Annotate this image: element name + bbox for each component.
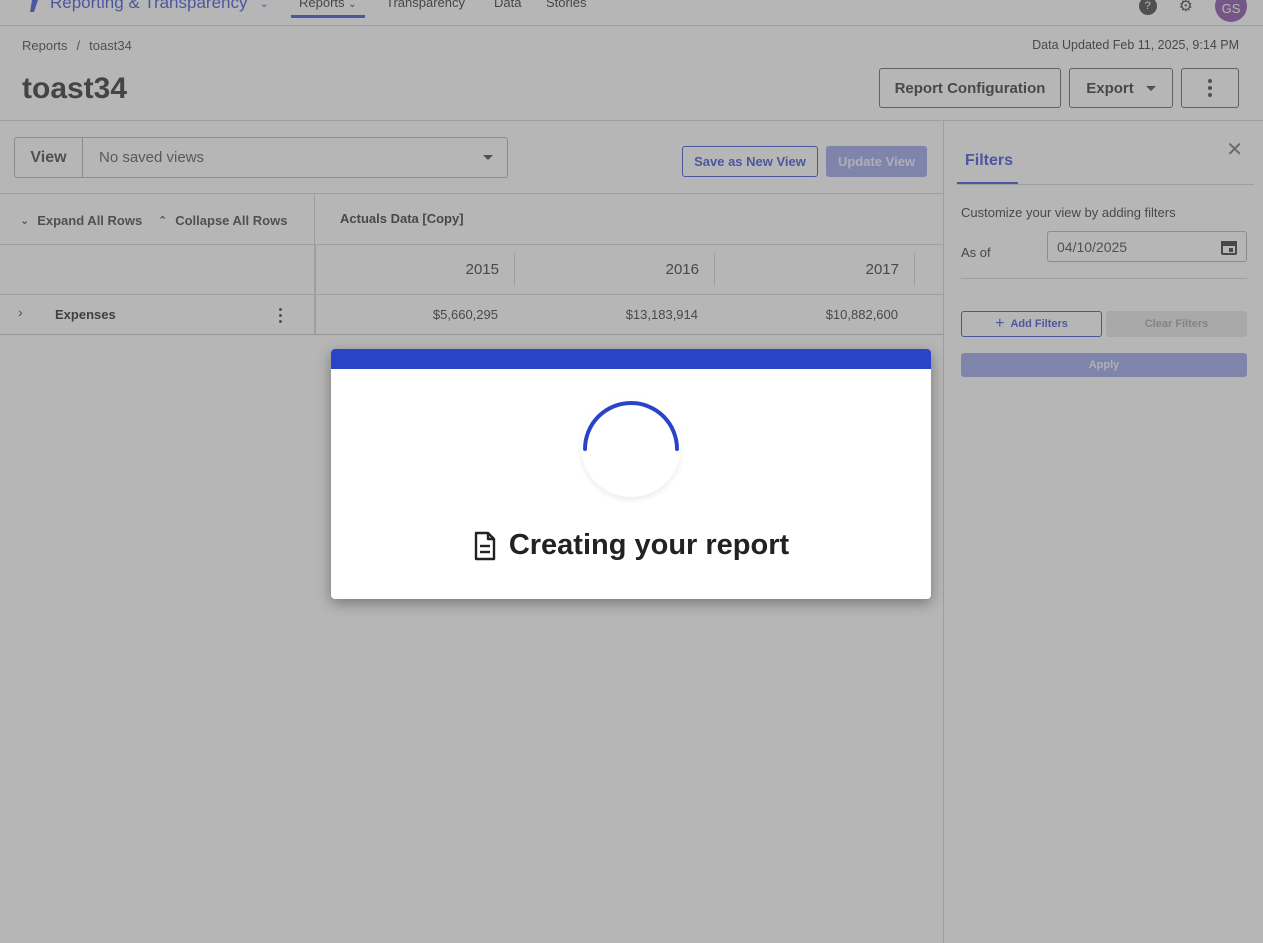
dialog-message-text: Creating your report bbox=[508, 529, 790, 561]
dialog-message: Creating your report bbox=[331, 529, 931, 562]
dialog-header-bar bbox=[331, 349, 931, 369]
loading-spinner-icon bbox=[581, 397, 681, 497]
document-icon bbox=[473, 531, 497, 561]
creating-report-dialog: Creating your report bbox=[331, 349, 931, 599]
